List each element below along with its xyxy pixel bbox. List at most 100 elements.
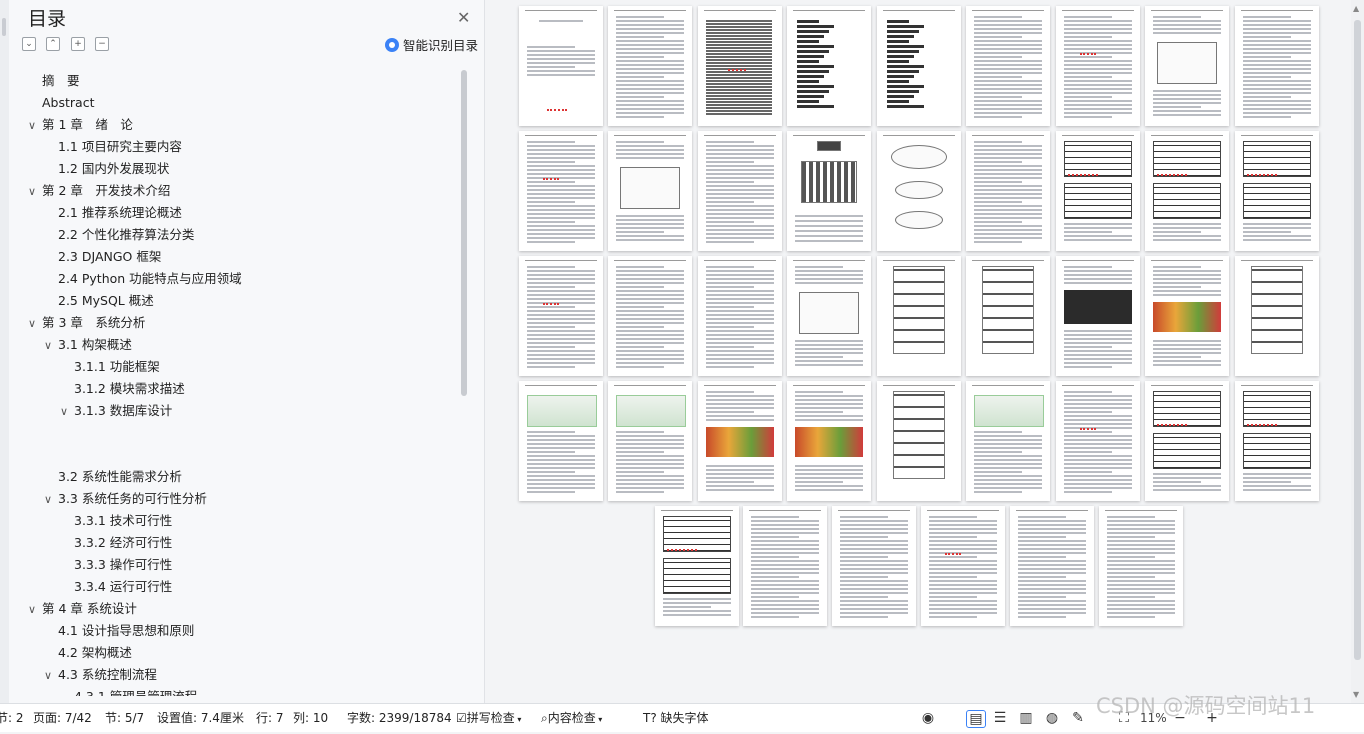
- page-thumbnail[interactable]: [698, 381, 782, 501]
- vertical-scrollbar[interactable]: ▲ ▼: [1351, 0, 1364, 703]
- page-thumbnail[interactable]: [519, 381, 603, 501]
- toc-item[interactable]: 2.3 DJANGO 框架: [44, 246, 161, 268]
- page-thumbnail[interactable]: [1056, 131, 1140, 251]
- missing-font-button[interactable]: T? 缺失字体: [643, 704, 709, 732]
- page-thumbnail[interactable]: [698, 131, 782, 251]
- page-thumbnail[interactable]: [1056, 256, 1140, 376]
- page-thumbnail[interactable]: [608, 131, 692, 251]
- toc-item[interactable]: 4.3.1 管理员管理流程: [60, 686, 197, 696]
- toc-item[interactable]: 1.2 国内外发展现状: [44, 158, 169, 180]
- toc-item[interactable]: ∨ 3.1 构架概述: [44, 334, 132, 356]
- page-thumbnail[interactable]: [698, 256, 782, 376]
- page-thumbnail[interactable]: [519, 256, 603, 376]
- close-icon[interactable]: ✕: [457, 8, 470, 27]
- toc-scrollbar[interactable]: [461, 70, 467, 396]
- page-thumbnail[interactable]: [655, 506, 739, 626]
- section-count[interactable]: 节: 5/7: [105, 704, 144, 732]
- chevron-down-icon[interactable]: ∨: [28, 181, 42, 203]
- page-thumbnail[interactable]: [1235, 256, 1319, 376]
- toc-item[interactable]: 3.2 系统性能需求分析: [44, 466, 182, 488]
- page-thumbnail[interactable]: [877, 256, 961, 376]
- page-thumbnail[interactable]: [1145, 6, 1229, 126]
- outline-view-icon[interactable]: ☰: [992, 710, 1008, 726]
- toc-item[interactable]: 2.4 Python 功能特点与应用领域: [44, 268, 242, 290]
- page-thumbnail[interactable]: [1145, 381, 1229, 501]
- toc-item[interactable]: ∨ 4.3 系统控制流程: [44, 664, 157, 686]
- page-indicator[interactable]: 页面: 7/42: [33, 704, 92, 732]
- column-indicator[interactable]: 列: 10: [293, 704, 328, 732]
- page-thumbnail[interactable]: [1235, 131, 1319, 251]
- chevron-down-icon[interactable]: ∨: [28, 599, 42, 621]
- page-thumbnail[interactable]: [921, 506, 1005, 626]
- chevron-down-icon[interactable]: ∨: [28, 313, 42, 335]
- toc-item[interactable]: 4.1 设计指导思想和原则: [44, 620, 194, 642]
- toc-item[interactable]: 2.1 推荐系统理论概述: [44, 202, 182, 224]
- toc-item[interactable]: ∨ 第 3 章 系统分析: [28, 312, 145, 334]
- toc-item[interactable]: 2.2 个性化推荐算法分类: [44, 224, 194, 246]
- page-thumbnail[interactable]: [1145, 256, 1229, 376]
- page-thumbnail[interactable]: [877, 6, 961, 126]
- toc-item[interactable]: ∨ 第 4 章 系统设计: [28, 598, 137, 620]
- toc-item[interactable]: 3.3.1 技术可行性: [60, 510, 172, 532]
- chevron-down-icon[interactable]: ∨: [28, 115, 42, 137]
- page-thumbnail[interactable]: [877, 131, 961, 251]
- row-indicator[interactable]: 行: 7: [256, 704, 284, 732]
- toc-item[interactable]: 3.1.1 功能框架: [60, 356, 160, 378]
- remove-icon[interactable]: −: [95, 37, 109, 51]
- spell-check-button[interactable]: ☑拼写检查 ▾: [456, 704, 521, 732]
- add-icon[interactable]: +: [71, 37, 85, 51]
- toc-item[interactable]: ∨ 第 1 章 绪 论: [28, 114, 133, 136]
- smart-toc-button[interactable]: 智能识别目录: [385, 35, 478, 54]
- page-thumbnail[interactable]: [966, 6, 1050, 126]
- page-thumbnail[interactable]: [1010, 506, 1094, 626]
- toc-item[interactable]: Abstract: [28, 92, 94, 114]
- collapse-all-icon[interactable]: ⌄: [22, 37, 36, 51]
- chevron-down-icon[interactable]: ∨: [44, 489, 58, 511]
- web-view-icon[interactable]: ◍: [1044, 710, 1060, 726]
- toc-item[interactable]: 4.2 架构概述: [44, 642, 132, 664]
- page-thumbnail[interactable]: [787, 6, 871, 126]
- page-thumbnail[interactable]: [1235, 381, 1319, 501]
- read-view-icon[interactable]: ▥: [1018, 710, 1034, 726]
- page-thumbnail[interactable]: [1145, 131, 1229, 251]
- page-thumbnail[interactable]: [966, 256, 1050, 376]
- toc-item[interactable]: 3.3.3 操作可行性: [60, 554, 172, 576]
- toc-item[interactable]: 3.1.2 模块需求描述: [60, 378, 185, 400]
- page-thumbnail[interactable]: [698, 6, 782, 126]
- toc-item[interactable]: 摘 要: [28, 70, 80, 92]
- page-thumbnail[interactable]: [608, 256, 692, 376]
- page-view-icon[interactable]: ▤: [966, 710, 986, 728]
- toc-item[interactable]: 3.3.4 运行可行性: [60, 576, 172, 598]
- page-thumbnail[interactable]: [1099, 506, 1183, 626]
- page-thumbnail[interactable]: [1056, 6, 1140, 126]
- page-thumbnail[interactable]: [832, 506, 916, 626]
- expand-all-icon[interactable]: ⌃: [46, 37, 60, 51]
- content-check-button[interactable]: ⌕内容检查 ▾: [541, 704, 602, 732]
- word-count[interactable]: 字数: 2399/18784: [347, 704, 452, 732]
- toc-item[interactable]: ∨ 3.1.3 数据库设计: [60, 400, 172, 422]
- toc-item[interactable]: ∨ 第 2 章 开发技术介绍: [28, 180, 170, 202]
- chevron-down-icon[interactable]: ∨: [60, 401, 74, 423]
- setting-value[interactable]: 设置值: 7.4厘米: [157, 704, 244, 732]
- pen-icon[interactable]: ✎: [1070, 710, 1086, 726]
- toc-item[interactable]: 3.3.2 经济可行性: [60, 532, 172, 554]
- page-thumbnail[interactable]: [966, 131, 1050, 251]
- page-thumbnail[interactable]: [1235, 6, 1319, 126]
- toc-item[interactable]: 2.5 MySQL 概述: [44, 290, 154, 312]
- chevron-down-icon[interactable]: ∨: [44, 335, 58, 357]
- page-thumbnail[interactable]: [519, 6, 603, 126]
- page-thumbnail[interactable]: [608, 6, 692, 126]
- chevron-down-icon[interactable]: ∨: [44, 665, 58, 687]
- section-indicator[interactable]: 节: 2: [0, 704, 24, 732]
- page-thumbnail[interactable]: [519, 131, 603, 251]
- page-thumbnail[interactable]: [787, 131, 871, 251]
- page-thumbnail[interactable]: [787, 381, 871, 501]
- page-thumbnail[interactable]: [787, 256, 871, 376]
- toc-item[interactable]: 1.1 项目研究主要内容: [44, 136, 182, 158]
- page-thumbnail[interactable]: [966, 381, 1050, 501]
- page-thumbnail[interactable]: [1056, 381, 1140, 501]
- page-thumbnail[interactable]: [743, 506, 827, 626]
- toc-item[interactable]: ∨ 3.3 系统任务的可行性分析: [44, 488, 207, 510]
- page-thumbnail[interactable]: [877, 381, 961, 501]
- eye-icon[interactable]: ◉: [920, 710, 936, 726]
